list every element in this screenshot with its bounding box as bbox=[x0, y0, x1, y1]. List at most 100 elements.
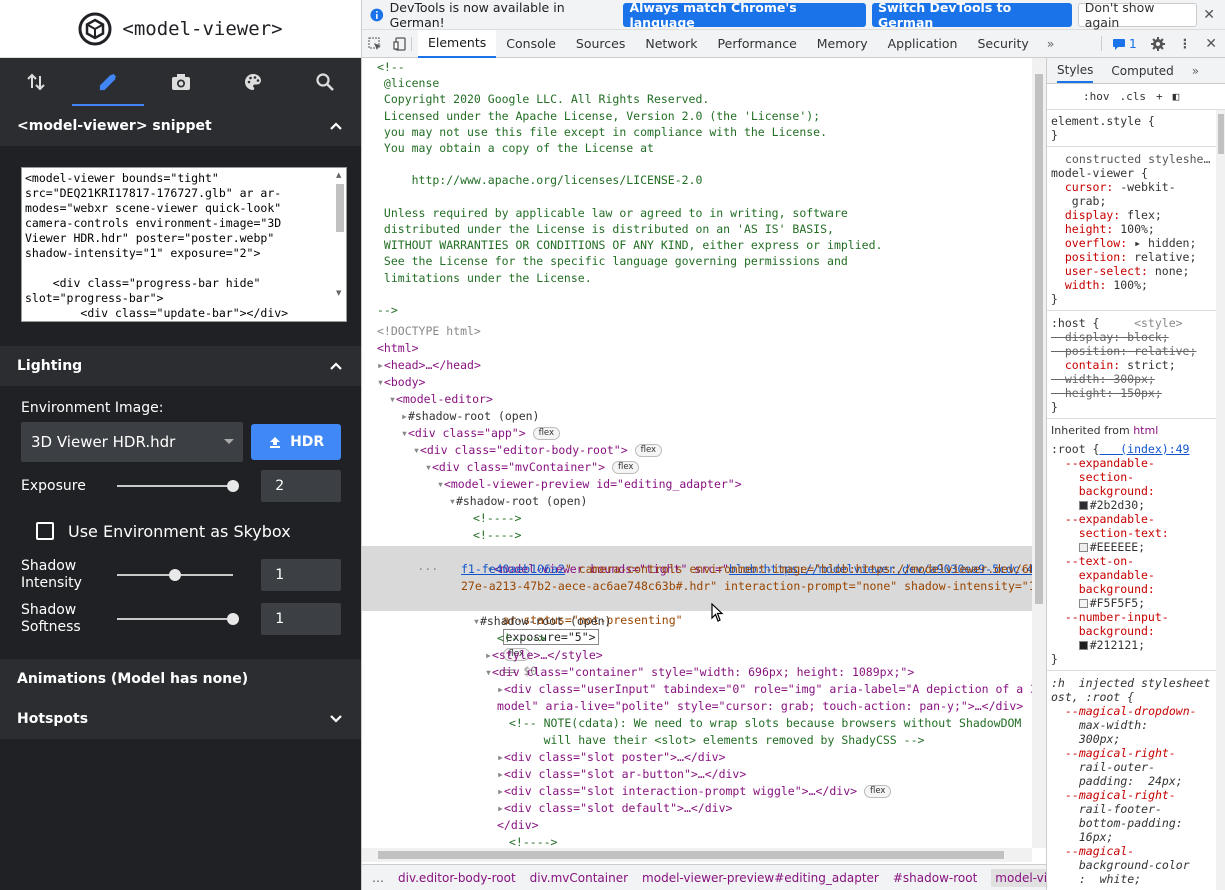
inspect-element-icon[interactable] bbox=[362, 37, 388, 51]
css-declaration[interactable]: background: bbox=[1051, 582, 1155, 596]
snippet-textarea[interactable]: <model-viewer bounds="tight" src="DEQ21K… bbox=[21, 167, 347, 322]
css-declaration[interactable]: width: 300px; bbox=[1051, 372, 1155, 386]
empty-comment[interactable]: <!----> bbox=[473, 527, 521, 544]
color-swatch[interactable] bbox=[1078, 543, 1088, 552]
styles-scrollbar[interactable] bbox=[1216, 110, 1225, 890]
empty-comment[interactable]: <!----> bbox=[473, 510, 521, 527]
tab-security[interactable]: Security bbox=[967, 30, 1038, 58]
css-declaration[interactable]: position: relative; bbox=[1051, 344, 1197, 358]
css-declaration[interactable]: position: relative; bbox=[1051, 250, 1197, 264]
device-toolbar-icon[interactable] bbox=[388, 36, 412, 51]
app-node[interactable]: ▾<div class="app"> flex bbox=[401, 425, 561, 442]
css-declaration[interactable]: height: 100%; bbox=[1051, 222, 1155, 236]
slider-thumb[interactable] bbox=[227, 480, 240, 492]
css-declaration[interactable]: grab; bbox=[1051, 194, 1107, 208]
shadow-root-node[interactable]: ▸#shadow-root (open) bbox=[401, 408, 540, 425]
css-declaration[interactable]: display: flex; bbox=[1051, 208, 1162, 222]
hotspots-section-header[interactable]: Hotspots bbox=[0, 699, 361, 739]
snippet-section-header[interactable]: <model-viewer> snippet bbox=[0, 106, 361, 146]
comment-line[interactable]: <!-- bbox=[377, 59, 405, 76]
flex-badge[interactable]: flex bbox=[611, 461, 640, 474]
tab-console[interactable]: Console bbox=[496, 30, 566, 58]
animations-section-header[interactable]: Animations (Model has none) bbox=[0, 659, 361, 699]
tab-elements[interactable]: Elements bbox=[418, 29, 497, 58]
breadcrumb-item[interactable]: div.editor-body-root bbox=[398, 871, 516, 885]
root-rule[interactable]: :root { (index):49 bbox=[1051, 442, 1189, 456]
slider-thumb[interactable] bbox=[227, 613, 240, 625]
tab-performance[interactable]: Performance bbox=[708, 30, 807, 58]
css-declaration[interactable]: width: 100%; bbox=[1051, 278, 1148, 292]
model-editor-node[interactable]: ▾<model-editor> bbox=[389, 391, 493, 408]
css-declaration[interactable]: --expandable- bbox=[1051, 512, 1155, 526]
switch-german-button[interactable]: Switch DevTools to German bbox=[872, 0, 1072, 30]
breadcrumb-item[interactable]: #shadow-root bbox=[893, 871, 977, 885]
tab-edit[interactable] bbox=[72, 58, 145, 106]
exposure-input[interactable]: 2 bbox=[261, 470, 341, 502]
css-declaration[interactable]: --number-input- bbox=[1051, 610, 1169, 624]
tab-application[interactable]: Application bbox=[878, 30, 968, 58]
css-declaration[interactable]: display: block; bbox=[1051, 330, 1169, 344]
shadow-softness-slider[interactable] bbox=[116, 609, 240, 629]
css-declaration[interactable]: section- bbox=[1051, 470, 1134, 484]
tab-upload[interactable] bbox=[0, 58, 72, 106]
cls-toggle[interactable]: .cls bbox=[1120, 90, 1147, 103]
settings-gear-icon[interactable] bbox=[1150, 36, 1165, 51]
skybox-checkbox[interactable] bbox=[36, 522, 54, 540]
shadow-intensity-slider[interactable] bbox=[116, 565, 234, 585]
sidebar-toggle-icon[interactable]: ◧ bbox=[1173, 90, 1180, 103]
doctype-node[interactable]: <!DOCTYPE html> bbox=[377, 323, 481, 340]
close-devtools-icon[interactable]: ✕ bbox=[1205, 36, 1217, 52]
css-declaration[interactable]: user-select: none; bbox=[1051, 264, 1190, 278]
style-node[interactable]: ▸<style>…</style> bbox=[485, 647, 603, 664]
shadow-root-node-3[interactable]: ▾#shadow-root (open) bbox=[473, 613, 612, 630]
model-viewer-rule[interactable]: model-viewer { bbox=[1051, 166, 1148, 180]
tab-camera[interactable] bbox=[144, 58, 216, 106]
shadow-intensity-input[interactable]: 1 bbox=[261, 559, 341, 591]
css-declaration[interactable]: --expandable- bbox=[1051, 456, 1155, 470]
dont-show-again-button[interactable]: Don't show again bbox=[1077, 0, 1198, 30]
container-node[interactable]: ▾<div class="container" style="width: 69… bbox=[485, 664, 914, 681]
slot-prompt-node[interactable]: ▸<div class="slot interaction-prompt wig… bbox=[497, 783, 892, 800]
host-rule[interactable]: :host { <style> bbox=[1051, 316, 1183, 330]
css-declaration[interactable]: #F5F5F5; bbox=[1051, 596, 1145, 610]
tab-computed[interactable]: Computed bbox=[1111, 64, 1173, 78]
kebab-menu-icon[interactable]: ⋮ bbox=[1179, 36, 1192, 51]
new-rule-icon[interactable]: + bbox=[1156, 90, 1163, 103]
preview-node[interactable]: ▾<model-viewer-preview id="editing_adapt… bbox=[437, 476, 742, 493]
breadcrumb-item[interactable]: model-viewer-preview#editing_adapter bbox=[642, 871, 879, 885]
editor-body-node[interactable]: ▾<div class="editor-body-root"> flex bbox=[413, 442, 663, 459]
css-declaration[interactable]: --text-on- bbox=[1051, 554, 1134, 568]
elements-horizontal-scrollbar[interactable] bbox=[362, 848, 1032, 862]
slot-default-node[interactable]: ▸<div class="slot default">…</div> bbox=[497, 800, 732, 817]
color-swatch[interactable] bbox=[1078, 599, 1088, 608]
tab-inspect[interactable] bbox=[289, 58, 361, 106]
skybox-checkbox-row[interactable]: Use Environment as Skybox bbox=[21, 516, 341, 546]
css-declaration[interactable]: background: bbox=[1051, 484, 1155, 498]
more-tabs-icon[interactable]: » bbox=[1039, 36, 1063, 51]
html-node[interactable]: <html> bbox=[377, 340, 419, 357]
css-declaration[interactable]: cursor: -webkit- bbox=[1051, 180, 1176, 194]
slider-thumb[interactable] bbox=[168, 569, 181, 581]
element-style-rule[interactable]: element.style { bbox=[1051, 114, 1155, 128]
css-declaration[interactable]: expandable- bbox=[1051, 568, 1155, 582]
slot-poster-node[interactable]: ▸<div class="slot poster">…</div> bbox=[497, 749, 726, 766]
css-declaration[interactable]: background: bbox=[1051, 624, 1155, 638]
flex-badge[interactable]: flex bbox=[863, 785, 892, 798]
css-declaration[interactable]: #2b2d30; bbox=[1051, 498, 1145, 512]
mv-src-link-cont[interactable]: f1-fe40aeb106a2 bbox=[461, 562, 565, 576]
slot-ar-node[interactable]: ▸<div class="slot ar-button">…</div> bbox=[497, 766, 746, 783]
user-input-node[interactable]: ▸<div class="userInput" tabindex="0" rol… bbox=[497, 681, 1044, 698]
selected-model-viewer-node[interactable]: ··· ▾<model-viewer bounds="tight" src="b… bbox=[362, 544, 1046, 576]
css-declaration[interactable]: overflow: ▸ hidden; bbox=[1051, 236, 1197, 250]
more-panes-icon[interactable]: » bbox=[1192, 64, 1199, 78]
lighting-section-header[interactable]: Lighting bbox=[0, 346, 361, 386]
breadcrumb-item-active[interactable]: model-viewer bbox=[991, 868, 1046, 887]
breadcrumb-more-icon[interactable]: … bbox=[372, 871, 384, 885]
shadow-softness-input[interactable]: 1 bbox=[261, 603, 341, 635]
exposure-slider[interactable] bbox=[116, 476, 240, 496]
css-declaration[interactable]: section-text: bbox=[1051, 526, 1169, 540]
tab-network[interactable]: Network bbox=[635, 30, 707, 58]
mv-container-node[interactable]: ▾<div class="mvContainer"> flex bbox=[425, 459, 640, 476]
upload-hdr-button[interactable]: HDR bbox=[251, 424, 341, 460]
css-declaration[interactable]: #EEEEEE; bbox=[1051, 540, 1145, 554]
